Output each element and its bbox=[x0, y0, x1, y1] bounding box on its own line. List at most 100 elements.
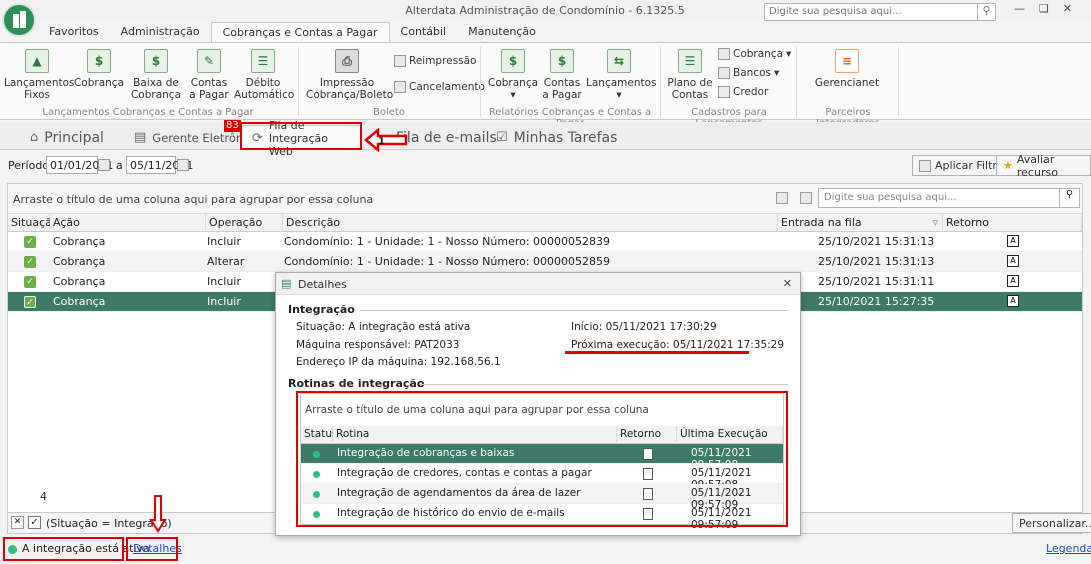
restore-icon[interactable]: ❏ bbox=[1039, 2, 1049, 20]
return-icon[interactable]: A bbox=[1007, 255, 1019, 267]
customize-button[interactable]: Personalizar... bbox=[1012, 513, 1091, 533]
divider bbox=[420, 384, 788, 385]
col-retorno[interactable]: Retorno bbox=[943, 214, 1082, 232]
calendar-icon[interactable] bbox=[177, 159, 189, 171]
annotation-number: 1 bbox=[378, 136, 385, 147]
legend-link[interactable]: Legenda bbox=[1046, 542, 1091, 555]
proxima-execucao-text: Próxima execução: 05/11/2021 17:35:29 bbox=[571, 339, 785, 351]
cobranca-button[interactable]: $ Cobrança bbox=[72, 49, 126, 89]
table-row[interactable]: ✓ Cobrança Alterar Condomínio: 1 - Unida… bbox=[8, 252, 1082, 272]
bancos-button[interactable]: Bancos ▾ bbox=[718, 67, 779, 79]
contas-pagar-button[interactable]: ✎ Contas a Pagar bbox=[186, 49, 232, 101]
close-icon[interactable]: ✕ bbox=[783, 277, 792, 290]
ribbon-separator bbox=[796, 47, 797, 117]
column-chooser-icon[interactable] bbox=[776, 192, 788, 204]
checkbox-icon: ☑ bbox=[496, 130, 508, 145]
cancelamento-button[interactable]: Cancelamento bbox=[394, 81, 485, 93]
col-acao[interactable]: Ação bbox=[50, 214, 206, 232]
bill-icon: ✎ bbox=[197, 49, 221, 73]
clear-filter-icon[interactable]: ✕ bbox=[11, 516, 24, 529]
check-icon: ✓ bbox=[24, 236, 36, 248]
baixa-cobranca-button[interactable]: $ Baixa de Cobrança bbox=[128, 49, 184, 101]
tab-administracao[interactable]: Administração bbox=[110, 22, 211, 42]
cobranca-icon bbox=[718, 48, 730, 60]
search-icon[interactable]: ⚲ bbox=[977, 4, 995, 20]
filter-bar: Período: 01/01/2021 a 05/11/2021 Aplicar… bbox=[0, 152, 1091, 179]
impressao-boleto-button[interactable]: ⎙ Impressão Cobrança/Boleto bbox=[306, 49, 393, 101]
gerencianet-logo-icon: ≡ bbox=[835, 49, 859, 73]
star-icon: ★ bbox=[1003, 159, 1013, 172]
monitor-icon: ▤ bbox=[134, 130, 147, 145]
money-icon: $ bbox=[87, 49, 111, 73]
tab-contabil[interactable]: Contábil bbox=[390, 22, 458, 42]
date-separator: a bbox=[116, 159, 123, 172]
filter-icon bbox=[919, 159, 931, 172]
rate-feature-button[interactable]: ★ Avaliar recurso bbox=[996, 153, 1091, 179]
section-integracao: Integração bbox=[288, 303, 355, 316]
annotation-arrow-down-icon bbox=[149, 495, 167, 533]
grid-search-input[interactable]: Digite sua pesquisa aqui... ⚲ bbox=[818, 188, 1080, 208]
col-descricao[interactable]: Descrição bbox=[283, 214, 778, 232]
gerencianet-button[interactable]: ≡ Gerencianet bbox=[804, 49, 890, 89]
tab-principal[interactable]: ⌂ Principal bbox=[20, 125, 114, 150]
tab-favoritos[interactable]: Favoritos bbox=[38, 22, 110, 42]
cadastro-cobranca-button[interactable]: Cobrança ▾ bbox=[718, 48, 791, 60]
app-title: Alterdata Administração de Condomínio - … bbox=[405, 4, 685, 17]
relatorio-contas-pagar-button[interactable]: $ Contas a Pagar bbox=[540, 49, 584, 101]
date-to-input[interactable]: 05/11/2021 bbox=[126, 156, 193, 174]
return-icon[interactable]: A bbox=[1007, 295, 1019, 307]
tab-cobrancas[interactable]: Cobranças e Contas a Pagar bbox=[210, 22, 390, 42]
reimpressao-button[interactable]: Reimpressão bbox=[394, 55, 476, 67]
money-report-icon: $ bbox=[501, 49, 525, 73]
debito-automatico-button[interactable]: ☰ Débito Automático bbox=[234, 49, 294, 101]
annotation-highlight-details bbox=[126, 537, 178, 561]
col-situacao[interactable]: Situação bbox=[8, 214, 59, 232]
table-row[interactable]: ✓ Cobrança Incluir Condomínio: 1 - Unida… bbox=[8, 232, 1082, 252]
section-rotinas: Rotinas de integração bbox=[288, 377, 425, 390]
details-dialog: ▤ Detalhes ✕ Integração Situação: A inte… bbox=[275, 272, 801, 536]
check-icon: ✓ bbox=[24, 256, 36, 268]
row-count: 4 bbox=[40, 490, 47, 503]
app-logo-icon[interactable] bbox=[2, 3, 36, 37]
maquina-text: Máquina responsável: PAT2033 bbox=[296, 339, 460, 351]
ribbon-separator bbox=[298, 47, 299, 117]
tab-manutencao[interactable]: Manutenção bbox=[457, 22, 547, 42]
ip-text: Endereço IP da máquina: 192.168.56.1 bbox=[296, 356, 501, 368]
minimize-icon[interactable]: — bbox=[1014, 2, 1025, 20]
relatorio-lancamentos-button[interactable]: ⇆ Lançamentos ▾ bbox=[586, 49, 657, 101]
annotation-highlight-routines bbox=[296, 391, 788, 527]
group-label-boleto: Boleto bbox=[373, 107, 405, 118]
situacao-text: Situação: A integração está ativa bbox=[296, 321, 471, 333]
annotation-highlight-status bbox=[3, 537, 124, 561]
close-icon[interactable]: ✕ bbox=[1063, 2, 1072, 20]
tab-minhas-tarefas[interactable]: ☑ Minhas Tarefas bbox=[486, 125, 627, 150]
page-tabs: ⌂ Principal ▤ Gerente Eletrônico ⟳ Fila de … bbox=[0, 119, 1091, 158]
export-icon[interactable] bbox=[800, 192, 812, 204]
global-search-input[interactable]: Digite sua pesquisa aqui... ⚲ bbox=[764, 3, 996, 21]
ribbon-separator bbox=[480, 47, 481, 117]
lancamentos-fixos-button[interactable]: ▲ Lançamentos Fixos bbox=[4, 49, 75, 101]
filter-enabled-checkbox[interactable]: ✓ bbox=[28, 516, 41, 529]
return-icon[interactable]: A bbox=[1007, 235, 1019, 247]
search-icon[interactable]: ⚲ bbox=[1059, 189, 1079, 207]
refresh-arrows-icon: ⇆ bbox=[607, 49, 631, 73]
relatorio-cobranca-button[interactable]: $ Cobrança ▾ bbox=[488, 49, 538, 101]
cancel-icon bbox=[394, 81, 406, 93]
home-icon: ⌂ bbox=[30, 130, 39, 145]
sort-icon: ▿ bbox=[932, 216, 938, 229]
tab-badge: 83 bbox=[224, 120, 241, 132]
date-from-input[interactable]: 01/01/2021 bbox=[46, 156, 113, 174]
return-icon[interactable]: A bbox=[1007, 275, 1019, 287]
col-entrada-fila[interactable]: Entrada na fila ▿ bbox=[778, 214, 943, 232]
money-check-icon: $ bbox=[144, 49, 168, 73]
calendar-icon[interactable] bbox=[98, 159, 110, 171]
ribbon-tabs: Favoritos Administração Cobranças e Cont… bbox=[38, 22, 547, 42]
annotation-highlight-tab bbox=[240, 122, 362, 150]
credor-button[interactable]: Credor bbox=[718, 86, 768, 98]
reprint-icon bbox=[394, 55, 406, 67]
plano-contas-button[interactable]: ☰ Plano de Contas bbox=[664, 49, 716, 101]
col-operacao[interactable]: Operação bbox=[206, 214, 283, 232]
person-icon bbox=[718, 86, 730, 98]
divider bbox=[360, 310, 788, 311]
money-report-icon: $ bbox=[550, 49, 574, 73]
